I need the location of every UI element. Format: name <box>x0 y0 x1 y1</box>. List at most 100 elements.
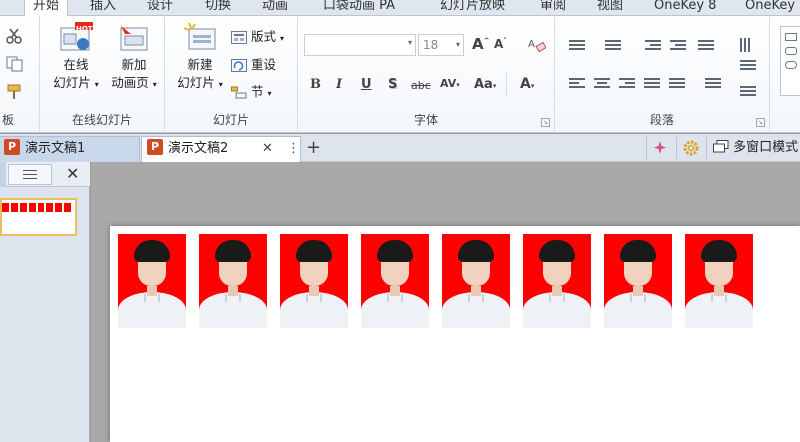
format-painter-icon[interactable] <box>6 84 24 100</box>
online-slide-button[interactable]: HOT 在线 幻灯片 ▾ <box>46 22 106 94</box>
grow-font-button[interactable]: A^ <box>472 35 489 53</box>
close-tab-icon[interactable]: ✕ <box>262 137 273 161</box>
rounded-rectangle-shape-icon[interactable] <box>785 47 797 55</box>
tab-transitions[interactable]: 切换 <box>205 0 231 16</box>
distributed-icon[interactable] <box>669 78 685 90</box>
svg-text:A: A <box>528 39 535 50</box>
thumbnail-photo <box>2 203 9 212</box>
photo-hair <box>701 240 737 262</box>
line-spacing-icon[interactable] <box>698 40 714 52</box>
bullets-icon[interactable] <box>569 40 585 52</box>
tab-animations[interactable]: 动画 <box>262 0 288 16</box>
align-right-icon[interactable] <box>619 78 635 90</box>
align-center-icon[interactable] <box>594 78 610 90</box>
tab-design[interactable]: 设计 <box>147 0 173 16</box>
layout-button[interactable]: 版式 ▾ <box>231 28 284 48</box>
id-photo[interactable] <box>442 234 510 328</box>
tab-review[interactable]: 审阅 <box>540 0 566 16</box>
slide-thumbnail-pane: ✕ <box>0 162 90 442</box>
pane-header: ✕ <box>0 162 90 187</box>
id-photo[interactable] <box>280 234 348 328</box>
dropdown-arrow-icon[interactable]: ▾ <box>95 80 99 89</box>
new-slide-button[interactable]: 新建 幻灯片 ▾ <box>169 22 231 94</box>
id-photo[interactable] <box>361 234 429 328</box>
tab-onekey-8[interactable]: OneKey 8 <box>654 0 716 16</box>
online-slide-label-1: 在线 <box>63 57 89 72</box>
slides-tab[interactable] <box>0 162 6 187</box>
document-tab-1-label: 演示文稿1 <box>25 141 86 156</box>
close-pane-icon[interactable]: ✕ <box>66 164 79 183</box>
tab-pocket-animation[interactable]: 口袋动画 PA <box>323 0 395 16</box>
online-slides-group-label: 在线幻灯片 <box>71 113 132 127</box>
smartart-icon[interactable] <box>740 86 756 98</box>
oval-shape-icon[interactable] <box>785 61 797 69</box>
section-button[interactable]: 节 ▾ <box>231 83 272 103</box>
justify-icon[interactable] <box>644 78 660 90</box>
slide-canvas[interactable] <box>110 226 800 442</box>
outline-icon <box>23 170 37 179</box>
grow-font-glyph: A <box>472 35 484 53</box>
numbering-icon[interactable] <box>605 40 621 52</box>
document-tab-1[interactable]: P 演示文稿1 <box>0 136 140 162</box>
tab-slideshow[interactable]: 幻灯片放映 <box>440 0 505 16</box>
tab-onekey[interactable]: OneKey <box>745 0 795 16</box>
dropdown-arrow-icon[interactable]: ▾ <box>219 80 223 89</box>
new-tab-button[interactable]: + <box>306 136 326 162</box>
document-tab-2[interactable]: P 演示文稿2 ✕ ⋮ <box>141 136 301 162</box>
cut-icon[interactable] <box>6 28 22 44</box>
font-dialog-launcher-icon[interactable]: ↘ <box>541 118 550 127</box>
shadow-button[interactable]: S <box>388 77 397 92</box>
tab-view[interactable]: 视图 <box>597 0 623 16</box>
shape-gallery[interactable] <box>780 26 800 96</box>
new-animation-page-button[interactable]: 新加 动画页 ▾ <box>106 22 162 94</box>
multi-window-mode-button[interactable]: 多窗口模式 <box>706 137 798 159</box>
photo-hair <box>134 240 170 262</box>
font-size-select[interactable]: 18 ▾ <box>418 34 464 56</box>
reset-button[interactable]: 重设 <box>231 56 276 74</box>
tab-insert[interactable]: 插入 <box>90 0 116 16</box>
photo-collar <box>711 294 727 302</box>
char-spacing-glyph: AV <box>440 77 457 90</box>
shrink-font-button[interactable]: A˅ <box>494 37 507 51</box>
font-color-button[interactable]: A▾ <box>520 76 534 92</box>
id-photo[interactable] <box>523 234 591 328</box>
photo-hair <box>296 240 332 262</box>
id-photo[interactable] <box>604 234 672 328</box>
increase-indent-icon[interactable] <box>670 40 686 52</box>
decrease-indent-icon[interactable] <box>645 40 661 52</box>
text-direction-icon[interactable] <box>740 38 756 52</box>
tab-home[interactable]: 开始 <box>24 0 69 17</box>
dropdown-arrow-icon: ▾ <box>456 81 460 89</box>
more-options-icon[interactable]: ⋮ <box>287 137 300 161</box>
columns-icon[interactable] <box>705 78 721 90</box>
id-photo[interactable] <box>118 234 186 328</box>
dropdown-arrow-icon: ▾ <box>455 40 460 49</box>
bold-button[interactable]: B <box>310 77 321 92</box>
font-name-select[interactable]: ▾ <box>304 34 416 56</box>
dropdown-arrow-icon[interactable]: ▾ <box>153 80 157 89</box>
italic-button[interactable]: I <box>336 77 342 92</box>
sparkle-button[interactable] <box>646 137 672 159</box>
id-photo[interactable] <box>199 234 267 328</box>
align-left-icon[interactable] <box>569 78 585 90</box>
outline-tab[interactable] <box>8 164 52 185</box>
copy-icon[interactable] <box>6 56 24 72</box>
underline-button[interactable]: U <box>361 77 372 92</box>
layout-label: 版式 <box>250 29 276 44</box>
photo-collar <box>225 294 241 302</box>
char-spacing-button[interactable]: AV▾ <box>440 77 460 90</box>
gear-icon <box>683 140 699 156</box>
dropdown-arrow-icon: ▾ <box>279 34 284 43</box>
paragraph-dialog-launcher-icon[interactable]: ↘ <box>756 118 765 127</box>
align-text-icon[interactable] <box>740 60 756 72</box>
strikethrough-button[interactable]: abc <box>411 79 431 92</box>
rectangle-shape-icon[interactable] <box>785 33 797 41</box>
slide-thumbnail[interactable] <box>0 198 77 236</box>
change-case-button[interactable]: Aa▾ <box>474 77 496 92</box>
settings-button[interactable] <box>676 137 702 159</box>
photo-hair <box>539 240 575 262</box>
id-photo[interactable] <box>685 234 753 328</box>
clear-format-icon[interactable]: A <box>528 36 546 52</box>
slides-group-label: 幻灯片 <box>212 113 249 127</box>
dropdown-arrow-icon: ▾ <box>530 82 535 90</box>
